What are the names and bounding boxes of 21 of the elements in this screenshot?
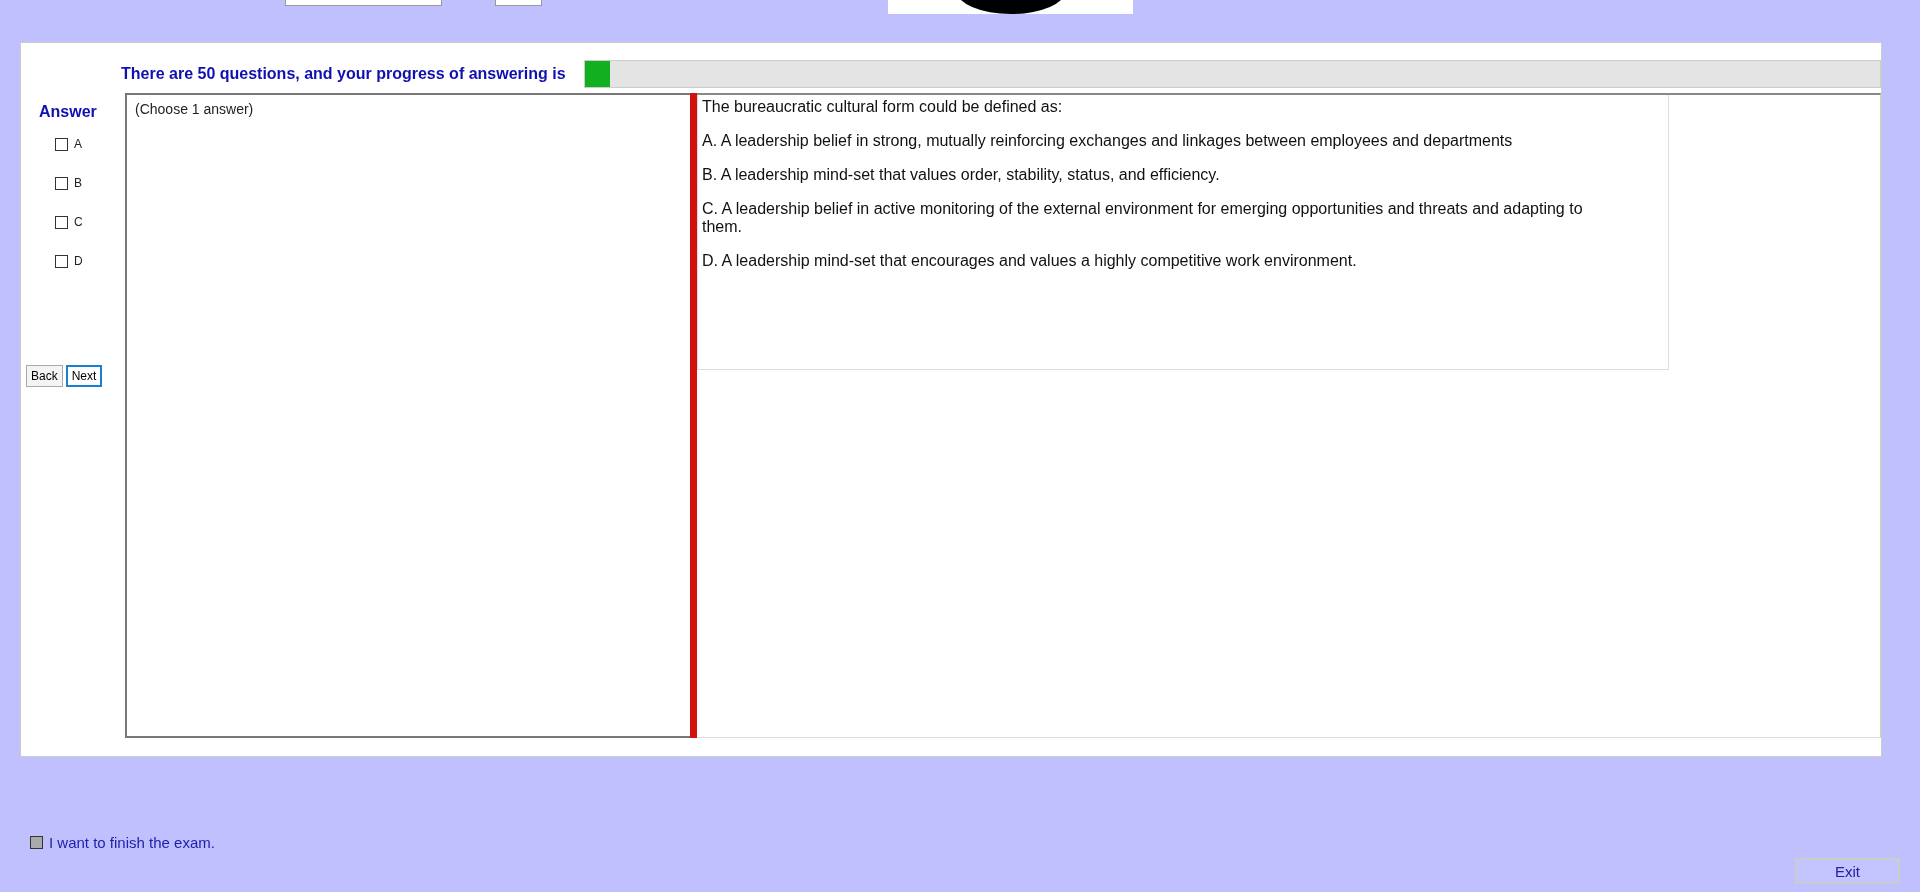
checkbox[interactable] xyxy=(55,215,68,229)
option-label: D xyxy=(74,254,83,268)
choice-text: A. A leadership belief in strong, mutually reinforcing exchanges and linkages between employees and departments xyxy=(702,132,1514,150)
answer-title: Answer xyxy=(38,103,98,121)
checkbox[interactable] xyxy=(55,137,68,151)
checkbox[interactable] xyxy=(55,254,68,268)
choice-text: D. A leadership mind-set that encourages and values a highly competitive work environment. xyxy=(702,252,1358,270)
checkbox[interactable] xyxy=(55,176,68,190)
choice-text: B. A leadership mind-set that values order, stability, status, and efficiency. xyxy=(702,166,1221,184)
exit-button[interactable]: Exit xyxy=(1795,858,1900,884)
answer-hint: (Choose 1 answer) xyxy=(135,101,254,117)
choice-text: C. A leadership belief in active monitoring of the external environment for emerging opportunities and threats and adapting to them. xyxy=(702,200,1584,236)
question-text: The bureaucratic cultural form could be defined as: xyxy=(702,98,1064,116)
checkbox[interactable] xyxy=(30,836,43,849)
option-label: B xyxy=(74,176,82,190)
option-label: C xyxy=(74,215,83,229)
progress-label: There are 50 questions, and your progress of answering is xyxy=(121,65,566,83)
option-label: A xyxy=(74,137,82,151)
nav-button[interactable]: Back xyxy=(26,365,63,387)
option-label: I want to finish the exam. xyxy=(49,834,215,851)
nav-button[interactable]: Next xyxy=(65,365,103,387)
